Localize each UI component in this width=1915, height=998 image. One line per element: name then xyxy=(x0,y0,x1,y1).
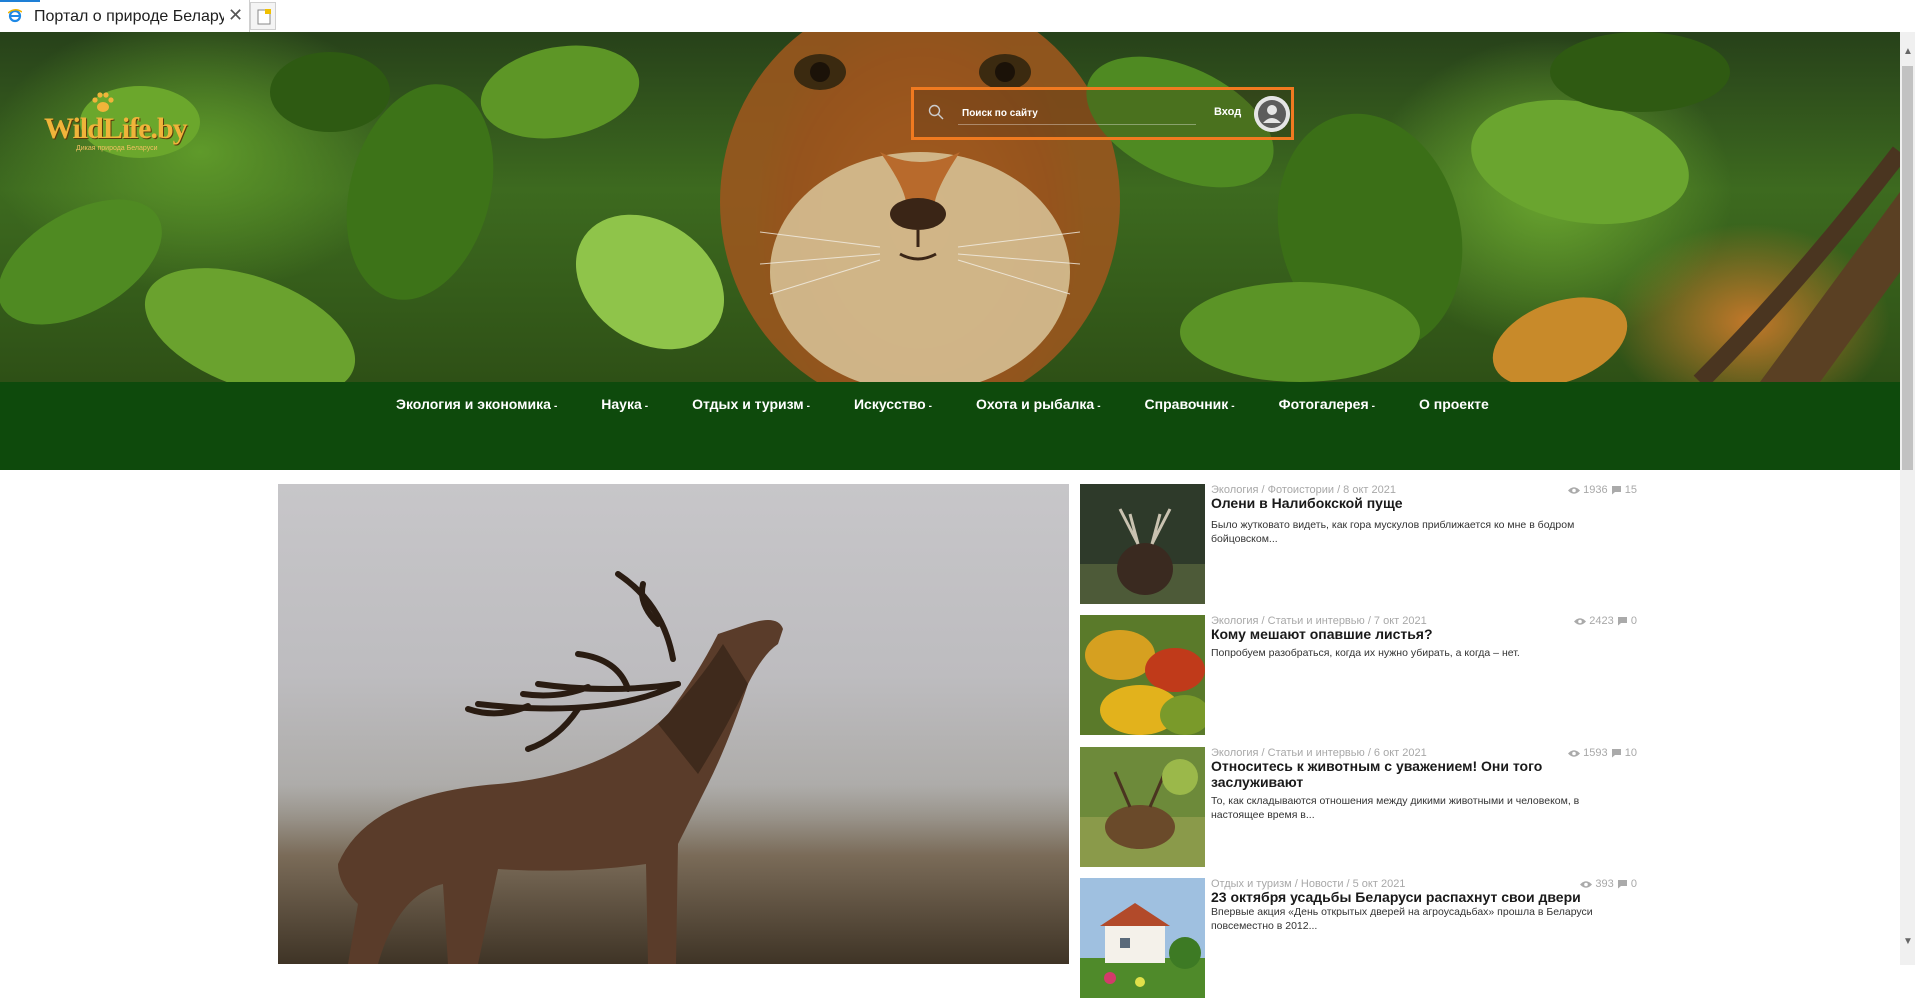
news-thumbnail[interactable] xyxy=(1080,878,1205,998)
page-scrollbar[interactable]: ▲ ▼ xyxy=(1900,32,1915,965)
comment-icon xyxy=(1617,617,1627,626)
ie-icon xyxy=(8,9,22,23)
news-excerpt: То, как складываются отношения между дик… xyxy=(1211,795,1580,821)
nav-item[interactable]: Справочник - xyxy=(1145,396,1235,412)
nav-item-label: Отдых и туризм xyxy=(692,396,804,412)
comment-count: 10 xyxy=(1624,747,1637,760)
eye-icon xyxy=(1574,617,1587,625)
comment-icon xyxy=(1611,486,1621,495)
logo-tagline: Дикая природа Беларуси xyxy=(76,145,158,152)
news-item[interactable]: Отдых и туризм / Новости / 5 окт 2021 39… xyxy=(1080,878,1637,998)
news-excerpt: Впервые акция «День открытых дверей на а… xyxy=(1211,906,1593,932)
eye-icon xyxy=(1568,749,1581,757)
comment-icon xyxy=(1617,880,1627,889)
nav-item[interactable]: Экология и экономика - xyxy=(396,396,557,412)
nav-menu: Экология и экономика - Наука - Отдых и туриз… xyxy=(396,396,1533,412)
news-title[interactable]: Олени в Налибокской пуще xyxy=(1211,495,1621,511)
nav-item-label: Фотогалерея xyxy=(1278,396,1369,412)
comment-count: 15 xyxy=(1624,484,1637,497)
dropdown-caret-icon: - xyxy=(1371,401,1375,412)
nav-item-label: О проекте xyxy=(1418,396,1489,412)
nav-item-label: Охота и рыбалка xyxy=(976,396,1095,412)
nav-item[interactable]: Наука - xyxy=(601,396,648,412)
scroll-up-arrow-icon[interactable]: ▲ xyxy=(1903,46,1913,57)
nav-item-label: Искусство xyxy=(853,396,926,412)
nav-item-label: Наука xyxy=(601,396,642,412)
dropdown-caret-icon: - xyxy=(553,401,558,412)
login-link[interactable]: Вход xyxy=(1214,106,1241,118)
new-tab-icon xyxy=(257,9,271,25)
news-title[interactable]: Кому мешают опавшие листья? xyxy=(1211,626,1621,642)
nav-item[interactable]: Искусство - xyxy=(854,396,932,412)
close-icon[interactable]: ✕ xyxy=(228,5,243,26)
news-item[interactable]: Экология / Статьи и интервью / 6 окт 202… xyxy=(1080,747,1637,867)
browser-tab-strip: Портал о природе Беларуси ✕ xyxy=(0,0,1915,33)
news-title[interactable]: 23 октября усадьбы Беларуси распахнут св… xyxy=(1211,889,1621,905)
nav-item[interactable]: Фотогалерея - xyxy=(1279,396,1375,412)
dropdown-caret-icon: - xyxy=(644,401,649,412)
main-navigation: Экология и экономика - Наука - Отдых и туриз… xyxy=(0,382,1900,470)
hero-banner: WildLife.by Дикая природа Беларуси Вход xyxy=(0,32,1900,382)
news-excerpt: Попробуем разобраться, когда их нужно уб… xyxy=(1211,647,1520,659)
nav-item-label: Экология и экономика xyxy=(396,396,551,412)
eye-icon xyxy=(1580,880,1593,888)
comment-count: 0 xyxy=(1630,878,1637,891)
deer-photo xyxy=(278,571,1069,964)
browser-tab[interactable]: Портал о природе Беларуси ✕ xyxy=(0,0,250,32)
dropdown-caret-icon: - xyxy=(1231,401,1235,412)
tab-title: Портал о природе Беларуси xyxy=(34,8,224,25)
nav-item[interactable]: Отдых и туризм - xyxy=(692,396,810,412)
nav-item[interactable]: Охота и рыбалка - xyxy=(976,396,1101,412)
user-avatar-icon[interactable] xyxy=(1254,96,1290,132)
scrollbar-thumb[interactable] xyxy=(1902,66,1913,470)
featured-article-image[interactable] xyxy=(278,484,1069,964)
news-title[interactable]: Относитесь к животным с уважением! Они т… xyxy=(1211,758,1621,790)
comment-count: 0 xyxy=(1630,615,1637,628)
dropdown-caret-icon: - xyxy=(1097,401,1101,412)
site-logo[interactable]: WildLife.by Дикая природа Беларуси xyxy=(44,90,188,160)
news-excerpt: Было жутковато видеть, как гора мускулов… xyxy=(1211,519,1575,545)
search-and-login-box: Вход xyxy=(911,87,1294,140)
news-thumbnail[interactable] xyxy=(1080,484,1205,604)
news-thumbnail[interactable] xyxy=(1080,615,1205,735)
nav-item-label: Справочник xyxy=(1144,396,1229,412)
search-icon[interactable] xyxy=(928,104,944,120)
nav-item[interactable]: О проекте xyxy=(1419,396,1489,412)
logo-text: WildLife.by xyxy=(44,112,188,145)
tab-active-indicator xyxy=(0,0,40,2)
scroll-down-arrow-icon[interactable]: ▼ xyxy=(1903,936,1913,947)
eye-icon xyxy=(1568,486,1581,494)
dropdown-caret-icon: - xyxy=(928,401,933,412)
comment-icon xyxy=(1611,749,1621,758)
news-item[interactable]: Экология / Статьи и интервью / 7 окт 202… xyxy=(1080,615,1637,735)
news-thumbnail[interactable] xyxy=(1080,747,1205,867)
lynx-banner-image xyxy=(0,32,1900,382)
search-input[interactable] xyxy=(958,102,1196,125)
dropdown-caret-icon: - xyxy=(806,401,810,412)
new-tab-button[interactable] xyxy=(250,2,276,30)
news-item[interactable]: Экология / Фотоистории / 8 окт 2021 1936… xyxy=(1080,484,1637,604)
